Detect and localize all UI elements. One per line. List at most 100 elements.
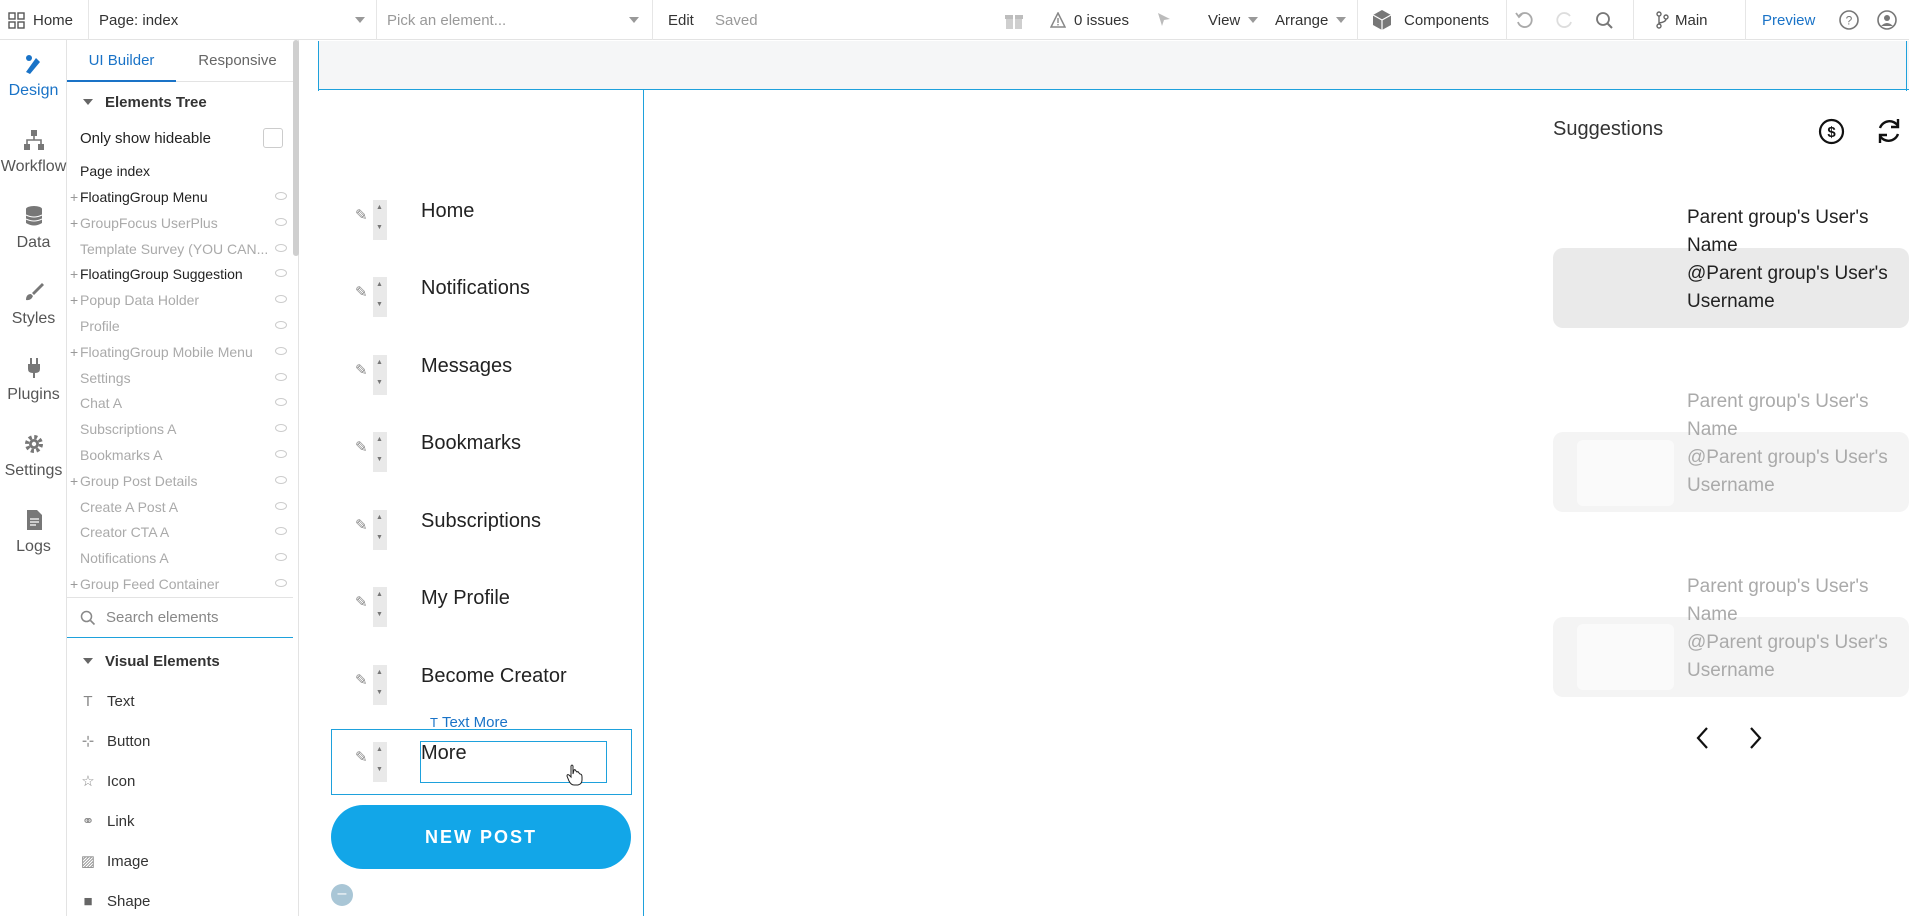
- chevron-right-icon[interactable]: [1745, 725, 1765, 756]
- nav-design[interactable]: Design: [0, 42, 67, 112]
- eye-icon[interactable]: [275, 476, 287, 484]
- visual-element-text[interactable]: T Text: [67, 681, 299, 721]
- search-icon[interactable]: [1595, 0, 1614, 40]
- undo-icon[interactable]: [1514, 0, 1534, 40]
- user-account-icon[interactable]: [1876, 0, 1898, 40]
- expand-icon[interactable]: +: [70, 573, 78, 595]
- nav-plugins[interactable]: Plugins: [0, 346, 67, 416]
- eye-icon[interactable]: [275, 347, 287, 355]
- eye-icon[interactable]: [275, 269, 287, 277]
- minus-icon[interactable]: –: [331, 884, 353, 906]
- expand-icon[interactable]: +: [70, 186, 78, 208]
- eye-icon[interactable]: [275, 373, 287, 381]
- eye-icon[interactable]: [275, 424, 287, 432]
- nav-logs[interactable]: Logs: [0, 498, 67, 568]
- cursor-icon[interactable]: [1155, 0, 1173, 40]
- tree-item[interactable]: Chat A: [67, 392, 289, 414]
- visual-element-link[interactable]: ⚭ Link: [67, 801, 299, 841]
- dollar-icon[interactable]: $: [1818, 118, 1845, 150]
- eye-icon[interactable]: [275, 321, 287, 329]
- menu-item-my-profile[interactable]: ✎ My Profile: [331, 587, 631, 653]
- tree-item[interactable]: + Group Feed Container: [67, 573, 289, 595]
- hand-cursor-icon: [566, 764, 584, 791]
- menu-item-subscriptions[interactable]: ✎ Subscriptions: [331, 510, 631, 576]
- elements-tree-header[interactable]: Elements Tree: [67, 84, 299, 120]
- nav-settings-label: Settings: [4, 462, 63, 479]
- tree-item[interactable]: Create A Post A: [67, 496, 289, 518]
- help-icon[interactable]: ?: [1838, 0, 1860, 40]
- nav-settings[interactable]: Settings: [0, 422, 67, 492]
- arrange-menu[interactable]: Arrange: [1275, 0, 1347, 40]
- preview-button[interactable]: Preview: [1762, 0, 1815, 40]
- nav-styles-label: Styles: [11, 310, 56, 327]
- reorder-stepper[interactable]: [373, 200, 387, 240]
- branch-selector[interactable]: Main: [1655, 0, 1708, 40]
- gift-icon[interactable]: [1003, 0, 1025, 40]
- tree-item[interactable]: Notifications A: [67, 547, 289, 569]
- edit-menu[interactable]: Edit: [668, 0, 694, 40]
- reorder-stepper[interactable]: [373, 665, 387, 705]
- visual-elements-header[interactable]: Visual Elements: [67, 643, 299, 679]
- reorder-stepper[interactable]: [373, 432, 387, 472]
- eye-icon[interactable]: [275, 450, 287, 458]
- eye-icon[interactable]: [275, 553, 287, 561]
- eye-icon[interactable]: [275, 192, 287, 200]
- expand-icon[interactable]: +: [70, 289, 78, 311]
- tree-item[interactable]: Creator CTA A: [67, 521, 289, 543]
- nav-data[interactable]: Data: [0, 194, 67, 264]
- page-select[interactable]: Page: index: [99, 0, 365, 40]
- eye-icon[interactable]: [275, 218, 287, 226]
- eye-icon[interactable]: [275, 527, 287, 535]
- tree-item[interactable]: Bookmarks A: [67, 444, 289, 466]
- menu-item-notifications[interactable]: ✎ Notifications: [331, 277, 631, 343]
- eye-icon[interactable]: [275, 295, 287, 303]
- tree-item[interactable]: + Popup Data Holder: [67, 289, 289, 311]
- new-post-button[interactable]: NEW POST: [331, 805, 631, 869]
- visual-element-image[interactable]: ▨ Image: [67, 841, 299, 881]
- expand-icon[interactable]: +: [70, 212, 78, 234]
- view-menu[interactable]: View: [1208, 0, 1259, 40]
- tab-ui-builder[interactable]: UI Builder: [67, 40, 176, 82]
- eye-icon[interactable]: [275, 502, 287, 510]
- visual-element-icon[interactable]: ☆ Icon: [67, 761, 299, 801]
- tree-item[interactable]: + Group Post Details: [67, 470, 289, 492]
- chevron-left-icon[interactable]: [1693, 725, 1713, 756]
- element-picker[interactable]: Pick an element...: [387, 0, 639, 40]
- menu-item-home[interactable]: ✎ Home: [331, 200, 631, 266]
- nav-styles[interactable]: Styles: [0, 270, 67, 340]
- tree-item[interactable]: Profile: [67, 315, 289, 337]
- reorder-stepper[interactable]: [373, 510, 387, 550]
- tree-item[interactable]: + FloatingGroup Suggestion: [67, 263, 289, 285]
- tab-responsive[interactable]: Responsive: [176, 40, 299, 82]
- search-elements-input[interactable]: Search elements: [67, 598, 293, 638]
- tree-item[interactable]: + FloatingGroup Menu: [67, 186, 289, 208]
- tree-item[interactable]: Subscriptions A: [67, 418, 289, 440]
- reorder-stepper[interactable]: [373, 355, 387, 395]
- refresh-icon[interactable]: [1874, 116, 1904, 151]
- only-hideable-checkbox[interactable]: [263, 128, 283, 148]
- reorder-stepper[interactable]: [373, 587, 387, 627]
- redo-icon[interactable]: [1555, 0, 1575, 40]
- menu-item-bookmarks[interactable]: ✎ Bookmarks: [331, 432, 631, 498]
- expand-icon[interactable]: +: [70, 341, 78, 363]
- components-button[interactable]: Components: [1370, 0, 1489, 40]
- issues-indicator[interactable]: 0 issues: [1050, 0, 1129, 40]
- eye-icon[interactable]: [275, 244, 287, 252]
- expand-icon[interactable]: +: [70, 263, 78, 285]
- page-index-item[interactable]: Page index: [80, 163, 150, 179]
- visual-element-button[interactable]: ⊹ Button: [67, 721, 299, 761]
- home-nav[interactable]: Home: [8, 0, 73, 40]
- expand-icon[interactable]: +: [70, 470, 78, 492]
- tree-item[interactable]: + GroupFocus UserPlus: [67, 212, 289, 234]
- nav-workflow[interactable]: Workflow: [0, 118, 67, 188]
- visual-element-shape[interactable]: ■ Shape: [67, 881, 299, 921]
- eye-icon[interactable]: [275, 579, 287, 587]
- tree-item[interactable]: Settings: [67, 367, 289, 389]
- tree-item[interactable]: + FloatingGroup Mobile Menu: [67, 341, 289, 363]
- tree-item[interactable]: Template Survey (YOU CAN...: [67, 238, 289, 260]
- tree-item-label: Chat A: [80, 395, 123, 411]
- reorder-stepper[interactable]: [373, 277, 387, 317]
- panel-tabs: UI Builder Responsive: [67, 40, 299, 82]
- menu-item-messages[interactable]: ✎ Messages: [331, 355, 631, 421]
- eye-icon[interactable]: [275, 398, 287, 406]
